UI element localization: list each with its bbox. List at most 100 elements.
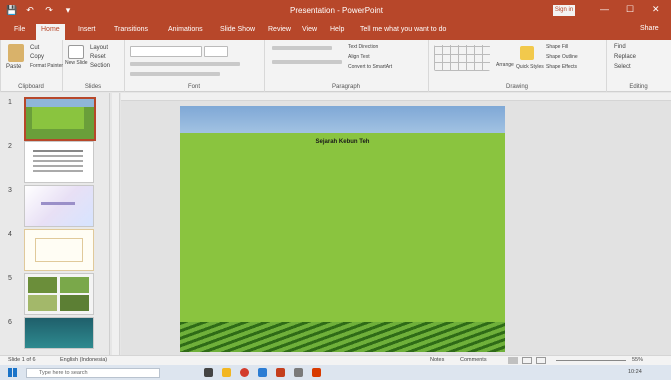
replace-button[interactable]: Replace [614,54,636,60]
file-explorer-icon[interactable] [222,368,231,377]
quick-styles-icon[interactable] [520,46,534,60]
zoom-slider[interactable] [556,360,626,361]
section-button[interactable]: Section [90,63,110,69]
normal-view-icon[interactable] [508,357,518,364]
notes-button[interactable]: Notes [430,357,444,363]
cut-button[interactable]: Cut [30,45,39,51]
shape-outline-button[interactable]: Shape Outline [546,54,578,60]
shape-fill-button[interactable]: Shape Fill [546,44,568,50]
thumb-title-line [41,202,75,205]
font-name-box[interactable] [130,46,202,57]
office-icon[interactable] [312,368,321,377]
new-slide-icon[interactable] [68,45,84,59]
font-group: Font [124,40,265,92]
slides-label: Slides [84,84,102,90]
tell-me-search[interactable]: Tell me what you want to do [360,26,446,33]
tab-insert[interactable]: Insert [78,26,96,33]
clipboard-label: Clipboard [18,84,44,90]
app-icon[interactable] [294,368,303,377]
edge-icon[interactable] [258,368,267,377]
font-color-buttons[interactable] [130,72,220,76]
maximize-button[interactable]: ☐ [626,4,634,15]
customize-qat-icon[interactable]: ▾ [63,5,73,16]
slide-thumbnail-2[interactable] [24,141,94,183]
tab-file[interactable]: File [14,26,25,33]
slide-thumbnail-4[interactable] [24,229,94,271]
slide-number: 3 [8,187,12,194]
taskbar-search-input[interactable]: Type here to search [26,368,160,378]
clock[interactable]: 10:24 [628,369,642,375]
slide-title[interactable]: Sejarah Kebun Teh [186,139,499,145]
slides-group: New Slide Layout Reset Section Slides [62,40,125,92]
start-icon[interactable] [8,368,17,377]
copy-button[interactable]: Copy [30,54,44,60]
slide-count: Slide 1 of 6 [8,357,36,363]
reading-view-icon[interactable] [536,357,546,364]
shapes-gallery[interactable] [434,45,490,71]
font-format-buttons[interactable] [130,62,240,66]
tab-help[interactable]: Help [330,26,344,33]
thumb-photo [60,277,89,293]
current-slide[interactable]: Sejarah Kebun Teh [180,106,505,352]
minimize-button[interactable]: — [600,4,609,14]
reset-button[interactable]: Reset [90,54,106,60]
tab-transitions[interactable]: Transitions [114,26,148,33]
thumb-text-lines [33,150,83,152]
arrange-button[interactable]: Arrange [496,62,514,68]
zoom-level[interactable]: 55% [632,357,643,363]
tab-home[interactable]: Home [36,24,65,40]
close-button[interactable]: ✕ [652,4,660,15]
text-direction-button[interactable]: Text Direction [348,44,378,50]
tab-view[interactable]: View [302,26,317,33]
font-size-box[interactable] [204,46,228,57]
language-indicator[interactable]: English (Indonesia) [60,357,107,363]
slide-number: 4 [8,231,12,238]
layout-button[interactable]: Layout [90,45,108,51]
align-text-button[interactable]: Align Text [348,54,370,60]
slide-sorter-icon[interactable] [522,357,532,364]
ribbon-tabs: File Home Insert Transitions Animations … [0,22,671,40]
save-icon[interactable]: 💾 [6,5,17,16]
thumb-frame [35,238,83,262]
undo-icon[interactable]: ↶ [25,5,35,16]
redo-icon[interactable]: ↷ [44,5,54,16]
slide-thumbnail-3[interactable] [24,185,94,227]
select-button[interactable]: Select [614,64,631,70]
paste-button[interactable]: Paste [6,64,21,70]
thumb-photo [28,277,57,293]
task-view-icon[interactable] [204,368,213,377]
paragraph-group: Text Direction Align Text Convert to Sma… [264,40,429,92]
taskbar: Type here to search 10:24 [0,365,671,380]
comments-button[interactable]: Comments [460,357,487,363]
format-painter-button[interactable]: Format Painter [30,63,63,69]
slide-thumbnails-pane[interactable]: 1 2 3 4 5 6 [0,93,110,355]
thumb-photo [28,295,57,311]
slide-text-box[interactable]: Sejarah Kebun Teh [180,133,505,325]
convert-smartart-button[interactable]: Convert to SmartArt [348,64,392,70]
editing-label: Editing [629,84,648,90]
drawing-group: Arrange Quick Styles Shape Fill Shape Ou… [428,40,607,92]
find-button[interactable]: Find [614,44,626,50]
ribbon: Paste Cut Copy Format Painter Clipboard … [0,40,671,92]
slide-thumbnail-5[interactable] [24,273,94,315]
slide-thumbnail-1[interactable] [24,97,96,141]
sign-in-button[interactable]: Sign in [553,5,575,16]
slide-thumbnail-6[interactable] [24,317,94,349]
tab-review[interactable]: Review [268,26,291,33]
list-buttons[interactable] [272,46,332,50]
vertical-ruler [112,93,120,355]
title-bar: 💾 ↶ ↷ ▾ Presentation - PowerPoint Sign i… [0,0,671,22]
quick-styles-button[interactable]: Quick Styles [516,64,544,70]
new-slide-button[interactable]: New Slide [65,60,88,66]
shape-effects-button[interactable]: Shape Effects [546,64,577,70]
paste-icon[interactable] [8,44,24,62]
share-button[interactable]: Share [640,25,659,32]
tea-plantation-rows [180,322,505,352]
chrome-icon[interactable] [240,368,249,377]
tab-animations[interactable]: Animations [168,26,203,33]
powerpoint-icon[interactable] [276,368,285,377]
slide-number: 5 [8,275,12,282]
alignment-buttons[interactable] [272,60,342,64]
tab-slide-show[interactable]: Slide Show [220,26,255,33]
paragraph-label: Paragraph [331,84,361,90]
